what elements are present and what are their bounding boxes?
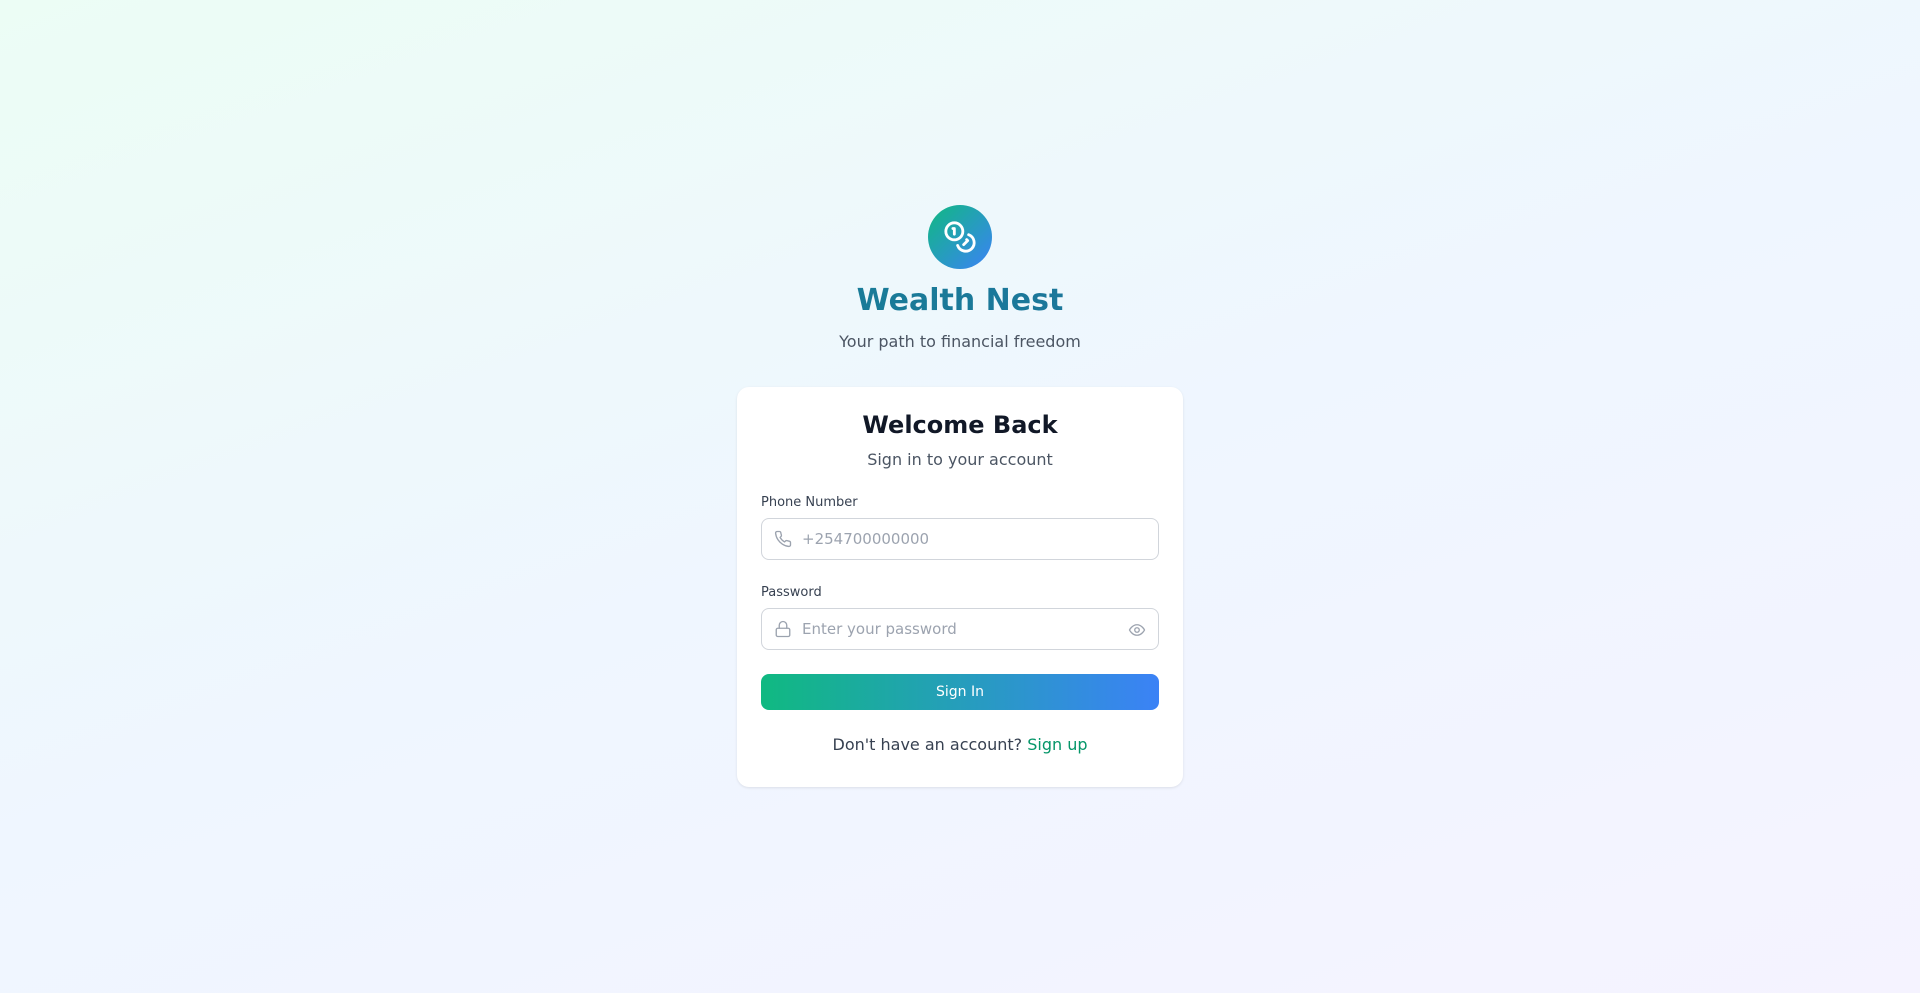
phone-icon xyxy=(774,530,792,548)
phone-label: Phone Number xyxy=(761,495,858,510)
password-field xyxy=(761,608,1159,650)
login-title: Welcome Back xyxy=(862,411,1058,439)
login-subtitle: Sign in to your account xyxy=(867,450,1053,469)
password-label: Password xyxy=(761,585,822,600)
brand-logo xyxy=(928,205,992,269)
login-page: Wealth Nest Your path to financial freed… xyxy=(0,0,1920,993)
phone-field xyxy=(761,518,1159,560)
brand-title: Wealth Nest xyxy=(0,281,1920,321)
password-input[interactable] xyxy=(802,609,1118,649)
lock-icon xyxy=(775,620,791,638)
login-card: Welcome Back Sign in to your account Pho… xyxy=(737,387,1183,787)
coins-icon xyxy=(944,221,976,253)
phone-input[interactable] xyxy=(802,519,1118,559)
sign-up-link[interactable]: Sign up xyxy=(1027,735,1087,754)
sign-in-button[interactable]: Sign In xyxy=(761,674,1159,710)
signup-row: Don't have an account? Sign up xyxy=(761,734,1159,756)
brand-header: Wealth Nest Your path to financial freed… xyxy=(0,205,1920,353)
signup-prompt: Don't have an account? xyxy=(832,735,1023,754)
eye-icon[interactable] xyxy=(1128,621,1146,639)
brand-tagline: Your path to financial freedom xyxy=(839,332,1081,351)
